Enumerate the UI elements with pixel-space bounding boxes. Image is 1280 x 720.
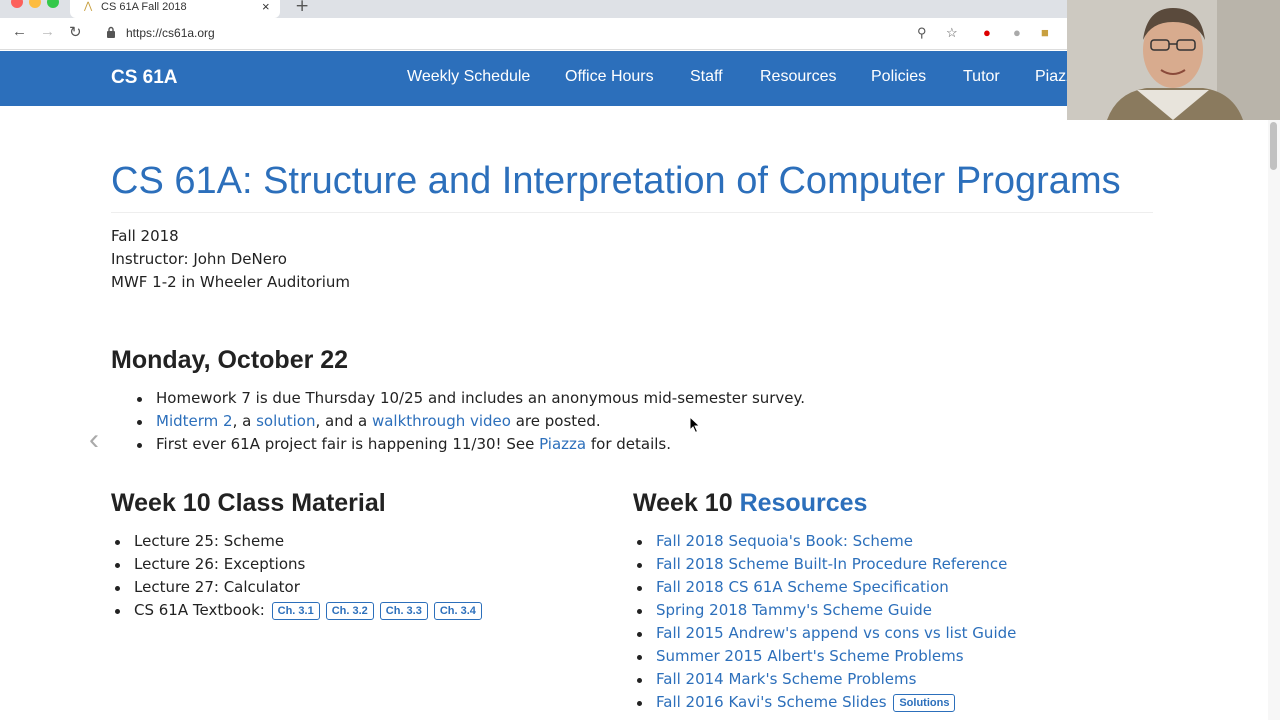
announcement-text: are posted. [510,412,601,430]
page-scrollbar[interactable] [1268,120,1280,720]
zoom-icon[interactable]: ⚲ [917,25,927,41]
opera-extension-icon[interactable]: ● [983,25,991,40]
lecture-item: Lecture 26: Exceptions [115,553,486,576]
solutions-button[interactable]: Solutions [893,694,956,712]
piazza-link[interactable]: Piazza [539,435,586,453]
announcement-text: , a [232,412,257,430]
resource-item: Fall 2016 Kavi's Scheme Slides Solutions [636,691,1016,714]
schedule-text: MWF 1-2 in Wheeler Auditorium [111,273,350,291]
announcement-item: Homework 7 is due Thursday 10/25 and inc… [136,387,806,410]
announcement-item: First ever 61A project fair is happening… [136,433,805,456]
announcement-heading: Monday, October 22 [111,346,349,374]
reload-icon[interactable]: ↻ [69,23,82,41]
nav-resources[interactable]: Resources [760,68,836,86]
midterm-2-link[interactable]: Midterm 2 [156,412,233,430]
back-arrow-icon[interactable]: ← [12,23,27,40]
tab-title: CS 61A Fall 2018 [101,1,187,13]
class-material-heading: Week 10 Class Material [111,489,386,517]
scrollbar-thumb[interactable] [1270,122,1277,170]
resource-item: Fall 2014 Mark's Scheme Problems [636,668,1016,691]
lecture-item: Lecture 25: Scheme [115,530,486,553]
announcement-text: for details. [586,435,671,453]
solution-link[interactable]: solution [256,412,315,430]
site-brand[interactable]: CS 61A [111,67,178,89]
tab-close-icon[interactable]: × [262,0,270,14]
walkthrough-video-link[interactable]: walkthrough video [372,412,511,430]
close-window-button[interactable] [11,0,23,8]
resource-item: Fall 2018 Sequoia's Book: Scheme [636,530,1016,553]
instructor-text: Instructor: John DeNero [111,250,287,268]
resource-link[interactable]: Fall 2015 Andrew's append vs cons vs lis… [656,624,1016,642]
resources-heading: Week 10 Resources [633,489,867,518]
term-text: Fall 2018 [111,227,179,245]
browser-tab[interactable]: ⋀ CS 61A Fall 2018 × [70,0,280,18]
chapter-3-2-button[interactable]: Ch. 3.2 [325,602,374,620]
resource-item: Spring 2018 Tammy's Scheme Guide [636,599,1016,622]
nav-staff[interactable]: Staff [690,68,723,86]
maximize-window-button[interactable] [47,0,59,8]
resource-link[interactable]: Fall 2018 Scheme Built-In Procedure Refe… [656,555,1007,573]
mouse-cursor-icon [689,416,701,434]
webcam-overlay [1067,0,1280,120]
title-divider [111,212,1153,213]
resource-item: Summer 2015 Albert's Scheme Problems [636,645,1016,668]
nav-office-hours[interactable]: Office Hours [565,68,654,86]
lock-extension-icon[interactable]: ■ [1041,25,1049,40]
nav-policies[interactable]: Policies [871,68,926,86]
resource-link[interactable]: Fall 2018 CS 61A Scheme Specification [656,578,949,596]
chapter-3-3-button[interactable]: Ch. 3.3 [379,602,428,620]
resource-link[interactable]: Summer 2015 Albert's Scheme Problems [656,647,964,665]
resources-heading-prefix: Week 10 [633,489,740,517]
announcement-item: Midterm 2, a solution, and a walkthrough… [136,410,805,433]
resource-list: Fall 2018 Sequoia's Book: Scheme Fall 20… [636,530,1016,714]
textbook-item: CS 61A Textbook: Ch. 3.1 Ch. 3.2 Ch. 3.3 Ch… [115,599,486,622]
forward-arrow-icon[interactable]: → [40,23,55,40]
nav-weekly-schedule[interactable]: Weekly Schedule [407,68,530,86]
resource-link[interactable]: Fall 2018 Sequoia's Book: Scheme [656,532,913,550]
resource-link[interactable]: Fall 2014 Mark's Scheme Problems [656,670,916,688]
favicon-icon: ⋀ [84,1,93,12]
lecture-list: Lecture 25: Scheme Lecture 26: Exception… [115,530,486,622]
announcement-text: First ever 61A project fair is happening… [156,435,540,453]
resources-heading-link[interactable]: Resources [740,489,868,517]
announcement-text: , and a [315,412,372,430]
page-title: CS 61A: Structure and Interpretation of … [111,160,1121,202]
previous-announcement-icon[interactable]: ‹ [89,423,99,457]
address-bar[interactable]: https://cs61a.org [126,26,215,40]
extension-icon[interactable]: ● [1013,25,1021,40]
resource-link[interactable]: Spring 2018 Tammy's Scheme Guide [656,601,932,619]
nav-tutor[interactable]: Tutor [963,68,1000,86]
lock-icon [107,26,115,38]
resource-item: Fall 2018 Scheme Built-In Procedure Refe… [636,553,1016,576]
homework-text: Homework 7 is due Thursday 10/25 and inc… [156,389,806,407]
minimize-window-button[interactable] [29,0,41,8]
announcement-list: Homework 7 is due Thursday 10/25 and inc… [136,387,806,456]
resource-item: Fall 2018 CS 61A Scheme Specification [636,576,1016,599]
new-tab-icon[interactable]: + [295,0,309,16]
resource-item: Fall 2015 Andrew's append vs cons vs lis… [636,622,1016,645]
lecture-item: Lecture 27: Calculator [115,576,486,599]
chapter-3-4-button[interactable]: Ch. 3.4 [433,602,482,620]
textbook-label: CS 61A Textbook: [134,601,265,619]
chapter-3-1-button[interactable]: Ch. 3.1 [271,602,320,620]
presenter-video [1067,0,1280,120]
resource-link[interactable]: Fall 2016 Kavi's Scheme Slides [656,693,887,711]
bookmark-star-icon[interactable]: ☆ [946,25,958,41]
